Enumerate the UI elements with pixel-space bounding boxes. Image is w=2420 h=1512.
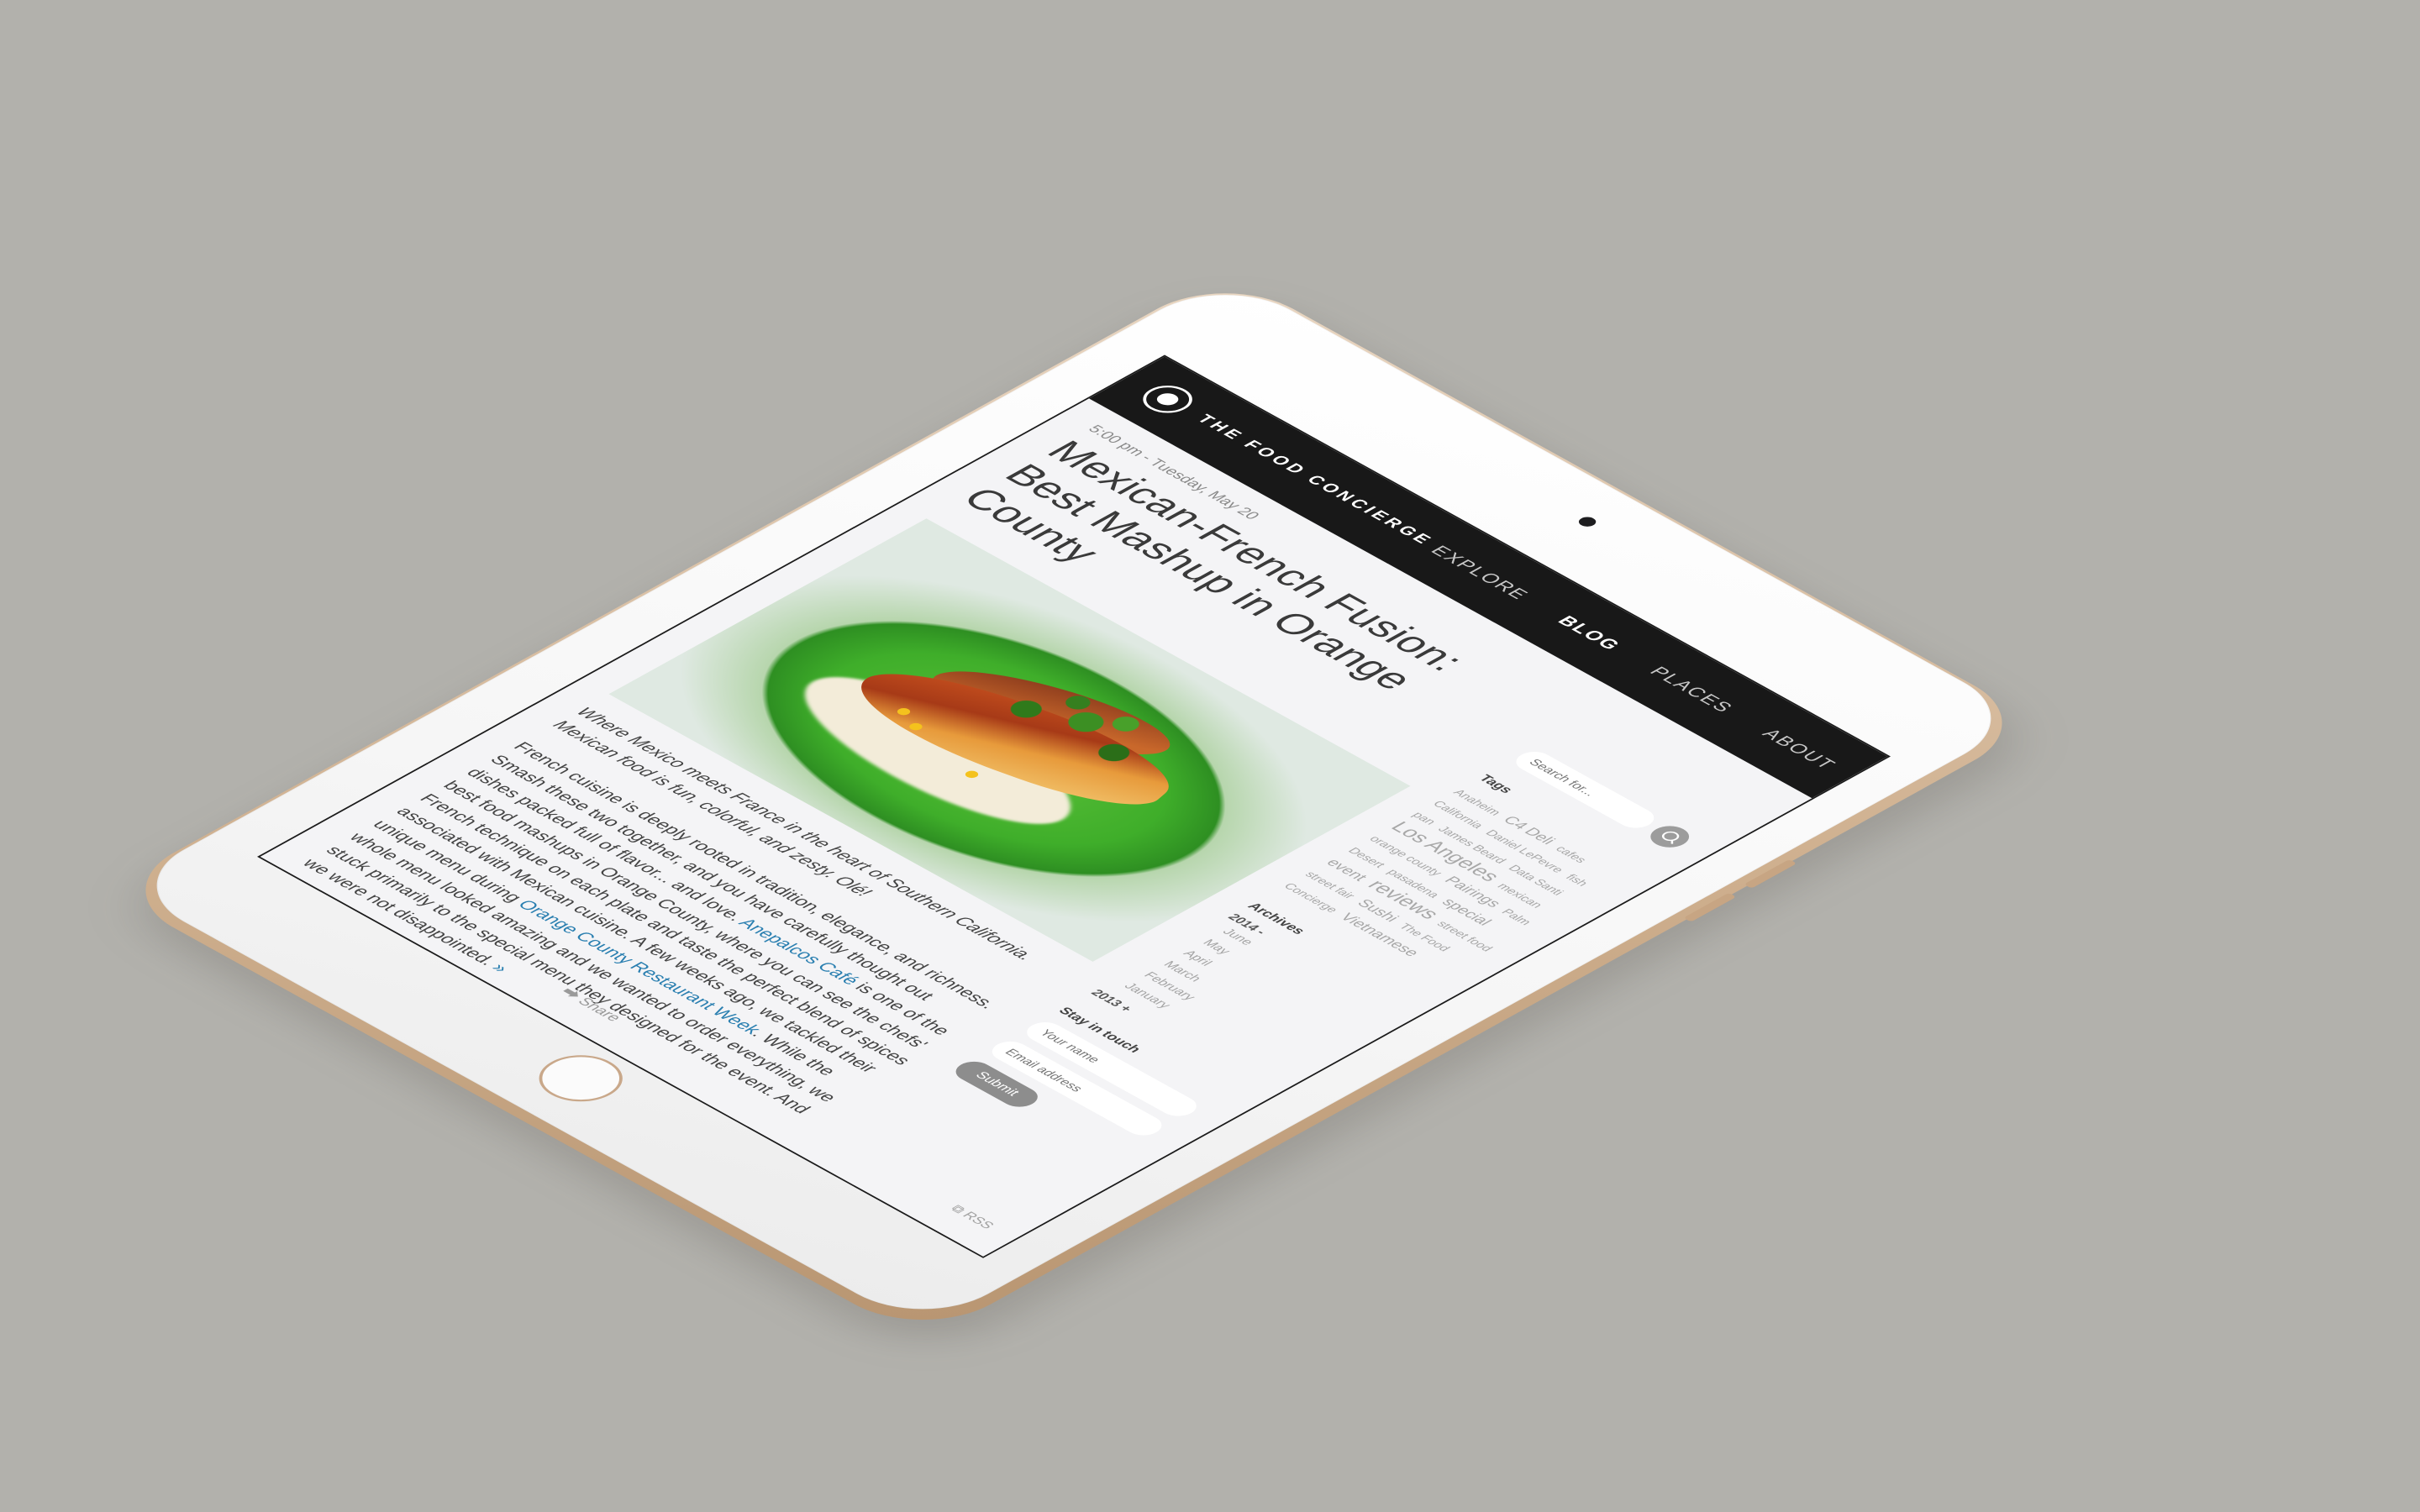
- rss-link[interactable]: ⧉ RSS: [946, 1204, 997, 1231]
- search-input[interactable]: [1508, 747, 1662, 832]
- tablet-device: THE FOOD CONCIERGE EXPLORE BLOG PLACES A…: [103, 271, 2054, 1363]
- rss-label: RSS: [959, 1210, 997, 1231]
- search-icon[interactable]: [1642, 822, 1697, 852]
- tag-link[interactable]: cafes: [1553, 844, 1591, 865]
- nav-blog[interactable]: BLOG: [1553, 613, 1626, 654]
- brand-logo-icon[interactable]: [1133, 380, 1202, 419]
- nav-places[interactable]: PLACES: [1644, 664, 1739, 716]
- nav-about[interactable]: ABOUT: [1757, 726, 1842, 773]
